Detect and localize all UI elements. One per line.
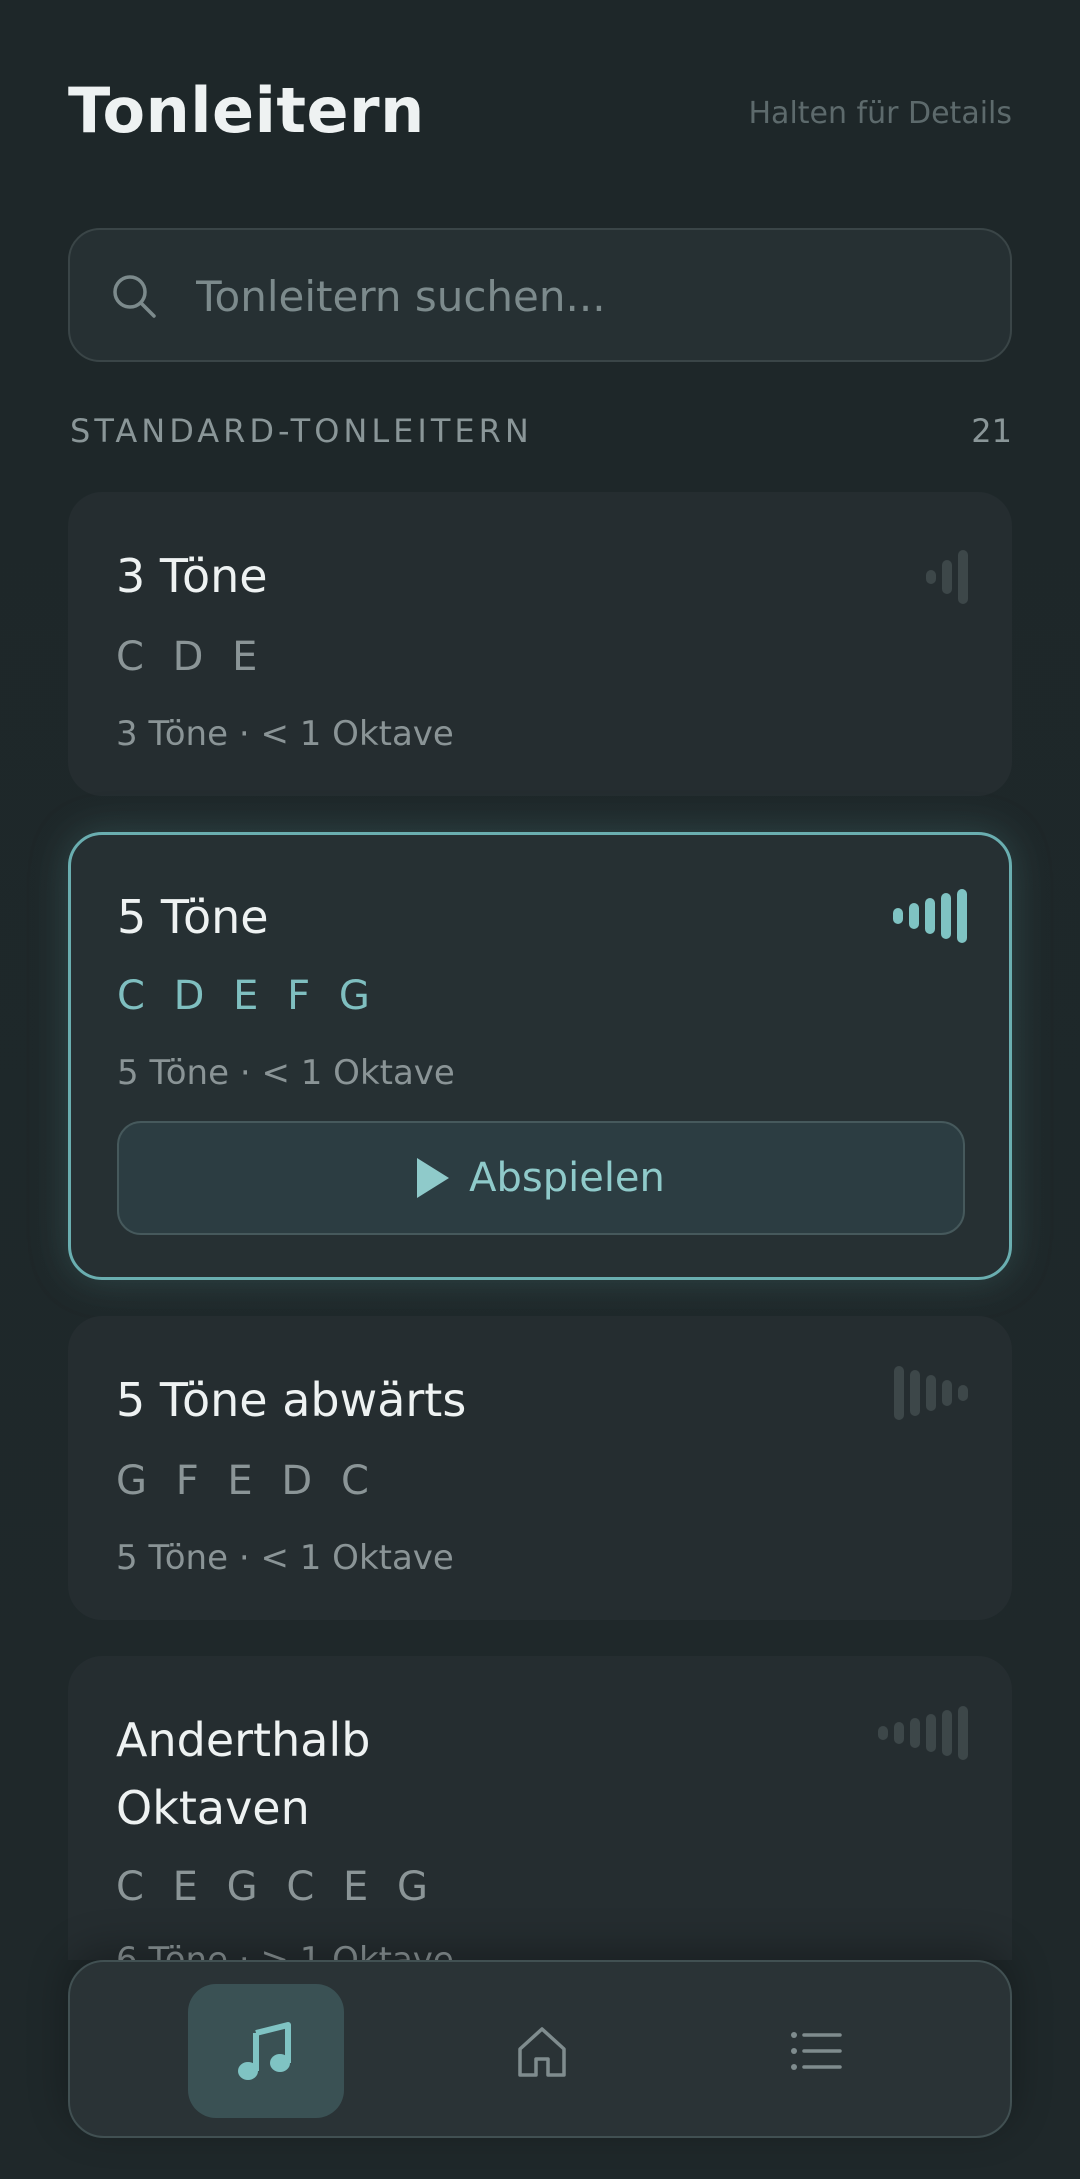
scale-card[interactable]: 5 Töne abwärts G F E D C 5 Töne · < 1 Ok… bbox=[68, 1316, 1012, 1620]
list-icon bbox=[791, 2032, 842, 2070]
scale-title: 5 Töne abwärts bbox=[116, 1373, 467, 1427]
scale-card[interactable]: 3 Töne C D E 3 Töne · < 1 Oktave bbox=[68, 492, 1012, 796]
bottom-navigation bbox=[68, 1960, 1012, 2138]
scale-notes: C D E bbox=[116, 634, 266, 680]
scale-notes: C D E F G bbox=[117, 973, 378, 1019]
section-count: 21 bbox=[971, 412, 1012, 450]
play-icon bbox=[417, 1158, 450, 1198]
search-icon bbox=[113, 275, 156, 318]
bars-descending-icon bbox=[894, 1364, 968, 1422]
details-hint: Halten für Details bbox=[748, 96, 1013, 131]
music-note-icon bbox=[238, 2022, 291, 2080]
search-input[interactable] bbox=[194, 230, 980, 362]
nav-music-button[interactable] bbox=[188, 1984, 344, 2118]
bars-ascending-icon bbox=[893, 887, 967, 945]
scale-notes: G F E D C bbox=[116, 1458, 377, 1504]
scale-meta: 5 Töne · < 1 Oktave bbox=[117, 1053, 455, 1093]
nav-home-button[interactable] bbox=[464, 1984, 620, 2118]
page-title: Tonleitern bbox=[68, 74, 425, 147]
scale-list[interactable]: 3 Töne C D E 3 Töne · < 1 Oktave 5 Töne … bbox=[0, 480, 1080, 1960]
scale-card[interactable]: Anderthalb Oktaven C E G C E G 6 Töne · … bbox=[68, 1656, 1012, 1960]
scale-title: Anderthalb Oktaven bbox=[116, 1713, 371, 1835]
scale-title: 3 Töne bbox=[116, 549, 268, 603]
play-button[interactable]: Abspielen bbox=[117, 1121, 965, 1235]
bars-ascending-icon bbox=[878, 1704, 968, 1762]
nav-list-button[interactable] bbox=[738, 1984, 894, 2118]
search-box[interactable] bbox=[68, 228, 1012, 362]
scale-meta: 6 Töne · > 1 Oktave bbox=[116, 1940, 454, 1960]
bars-ascending-icon bbox=[926, 548, 968, 606]
section-title: STANDARD-TONLEITERN bbox=[70, 412, 533, 450]
home-icon bbox=[518, 2027, 566, 2077]
scale-meta: 3 Töne · < 1 Oktave bbox=[116, 714, 454, 754]
scale-notes: C E G C E G bbox=[116, 1864, 436, 1910]
scale-title: 5 Töne bbox=[117, 890, 269, 944]
scale-meta: 5 Töne · < 1 Oktave bbox=[116, 1538, 454, 1578]
play-label: Abspielen bbox=[469, 1155, 665, 1201]
scale-card-selected[interactable]: 5 Töne C D E F G 5 Töne · < 1 Oktave Abs… bbox=[68, 832, 1012, 1280]
